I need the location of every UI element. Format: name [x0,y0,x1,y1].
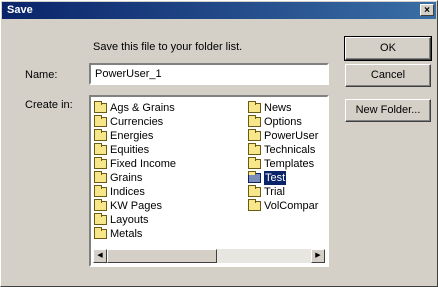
folder-icon [248,199,261,211]
folder-item-label: Metals [110,228,143,240]
folder-item[interactable]: Test [248,171,318,185]
folder-item-label: Equities [110,144,150,156]
folder-item-label: News [264,102,292,114]
folder-item-label: Test [264,171,287,185]
folder-item-label: Templates [264,158,315,170]
scroll-left-icon[interactable]: ◀ [93,249,107,263]
cancel-button[interactable]: Cancel [345,64,431,87]
folder-icon [248,115,261,127]
folder-item[interactable]: Layouts [94,213,176,227]
folder-item[interactable]: Currencies [94,115,176,129]
folder-item[interactable]: VolCompar [248,199,318,213]
folder-item[interactable]: Energies [94,129,176,143]
save-prompt: Save this file to your folder list. [93,41,243,53]
folder-icon [248,157,261,169]
dialog-title: Save [7,4,33,16]
folder-icon [94,115,107,127]
folder-icon [248,171,261,183]
folder-icon [94,185,107,197]
folder-icon [248,101,261,113]
folder-icon [94,171,107,183]
folder-column-2: News Options PowerUser Technicals Templates T… [248,101,318,213]
horizontal-scrollbar[interactable]: ◀ ▶ [93,249,325,263]
folder-item-label: Energies [110,130,154,142]
folder-item[interactable]: Metals [94,227,176,241]
folder-item[interactable]: Fixed Income [94,157,176,171]
name-label: Name: [25,69,58,81]
save-dialog: Save × Save this file to your folder lis… [0,0,438,287]
folder-item[interactable]: Trial [248,185,318,199]
folder-item-label: Ags & Grains [110,102,175,114]
folder-item-label: Fixed Income [110,158,177,170]
folder-item[interactable]: KW Pages [94,199,176,213]
ok-button[interactable]: OK [344,36,432,61]
folder-item[interactable]: Ags & Grains [94,101,176,115]
folder-icon [94,199,107,211]
folder-item[interactable]: News [248,101,318,115]
folder-item[interactable]: Equities [94,143,176,157]
folder-item-label: Grains [110,172,143,184]
scroll-thumb[interactable] [107,249,217,263]
scroll-right-icon[interactable]: ▶ [311,249,325,263]
close-icon[interactable]: × [420,4,434,16]
folder-item-label: VolCompar [264,200,319,212]
folder-icon [94,101,107,113]
folder-item[interactable]: PowerUser [248,129,318,143]
folder-item-label: Currencies [110,116,164,128]
folder-item[interactable]: Templates [248,157,318,171]
folder-item-label: Technicals [264,144,316,156]
folder-icon [94,143,107,155]
name-input[interactable]: PowerUser_1 [89,63,329,85]
folder-icon [248,129,261,141]
folder-icon [94,227,107,239]
folder-item-label: PowerUser [264,130,319,142]
folder-column-1: Ags & Grains Currencies Energies Equities Fi… [94,101,176,241]
folder-icon [94,129,107,141]
folder-icon [94,157,107,169]
folder-list[interactable]: Ags & Grains Currencies Energies Equities Fi… [89,95,329,267]
folder-item-label: Trial [264,186,285,198]
folder-item-label: Layouts [110,214,149,226]
new-folder-button[interactable]: New Folder... [345,99,431,122]
folder-icon [248,143,261,155]
folder-item[interactable]: Options [248,115,318,129]
folder-item[interactable]: Indices [94,185,176,199]
title-bar: Save × [2,2,436,19]
folder-item[interactable]: Technicals [248,143,318,157]
folder-item[interactable]: Grains [94,171,176,185]
folder-icon [248,185,261,197]
create-in-label: Create in: [25,99,73,111]
folder-item-label: Indices [110,186,145,198]
folder-item-label: Options [264,116,302,128]
folder-item-label: KW Pages [110,200,162,212]
folder-icon [94,213,107,225]
